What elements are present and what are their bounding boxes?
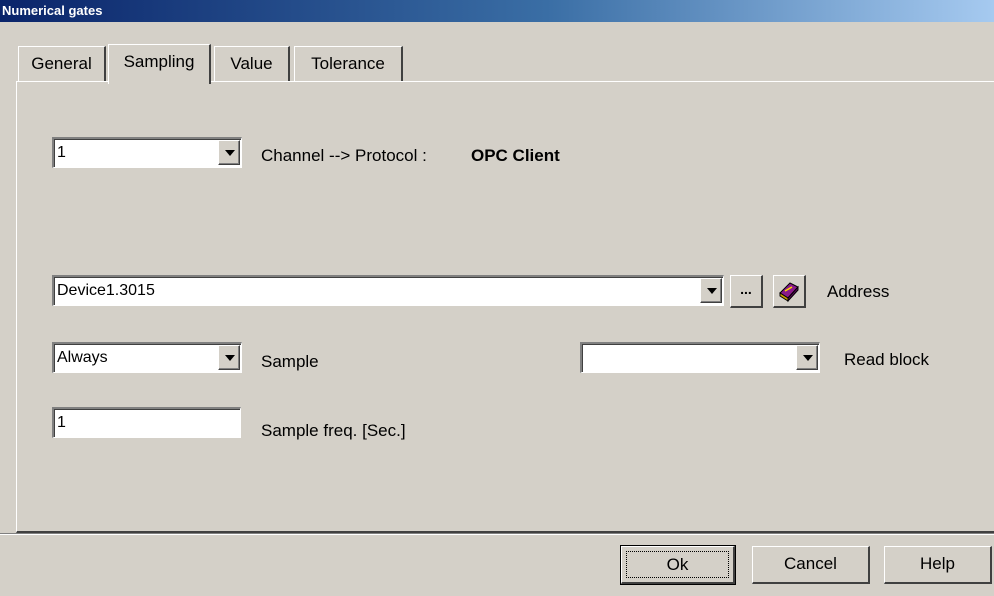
sample-freq-value: 1 bbox=[57, 414, 66, 431]
tab-general[interactable]: General bbox=[18, 46, 106, 82]
sample-select[interactable]: Always bbox=[52, 342, 242, 373]
sample-value: Always bbox=[57, 349, 108, 366]
chevron-down-icon[interactable] bbox=[218, 140, 240, 165]
protocol-value: OPC Client bbox=[471, 146, 560, 165]
ok-label: Ok bbox=[626, 551, 729, 578]
chevron-down-icon[interactable] bbox=[796, 345, 818, 370]
read-block-select[interactable] bbox=[580, 342, 820, 373]
tab-value[interactable]: Value bbox=[214, 46, 290, 82]
address-browse-button[interactable]: ... bbox=[730, 275, 763, 308]
channel-select[interactable]: 1 bbox=[52, 137, 242, 168]
sample-freq-label: Sample freq. [Sec.] bbox=[261, 421, 406, 440]
chevron-down-icon[interactable] bbox=[218, 345, 240, 370]
address-value: Device1.3015 bbox=[57, 282, 155, 299]
chevron-down-icon[interactable] bbox=[700, 278, 722, 303]
cancel-button[interactable]: Cancel bbox=[752, 546, 870, 584]
tab-sampling[interactable]: Sampling bbox=[108, 44, 211, 84]
ok-button[interactable]: Ok bbox=[620, 545, 736, 585]
address-label: Address bbox=[827, 282, 890, 301]
address-book-button[interactable] bbox=[773, 275, 806, 308]
tab-tolerance[interactable]: Tolerance bbox=[294, 46, 403, 82]
read-block-label: Read block bbox=[844, 350, 930, 369]
sample-label: Sample bbox=[261, 352, 319, 371]
help-button[interactable]: Help bbox=[884, 546, 992, 584]
channel-protocol-label: Channel --> Protocol : bbox=[261, 146, 427, 165]
address-select[interactable]: Device1.3015 bbox=[52, 275, 724, 306]
sample-freq-input[interactable]: 1 bbox=[52, 407, 241, 438]
sampling-panel: 1 Channel --> Protocol : OPC Client Devi… bbox=[16, 81, 994, 533]
window-title: Numerical gates bbox=[0, 0, 994, 22]
address-book-icon bbox=[779, 282, 799, 303]
footer-divider bbox=[0, 533, 994, 535]
channel-value: 1 bbox=[57, 144, 66, 161]
